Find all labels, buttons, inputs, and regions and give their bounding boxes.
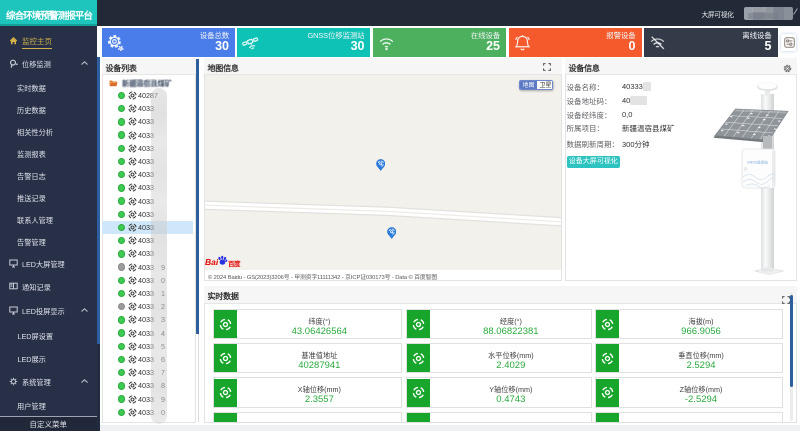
svg-text:GNSS监测站: GNSS监测站 — [747, 160, 768, 165]
